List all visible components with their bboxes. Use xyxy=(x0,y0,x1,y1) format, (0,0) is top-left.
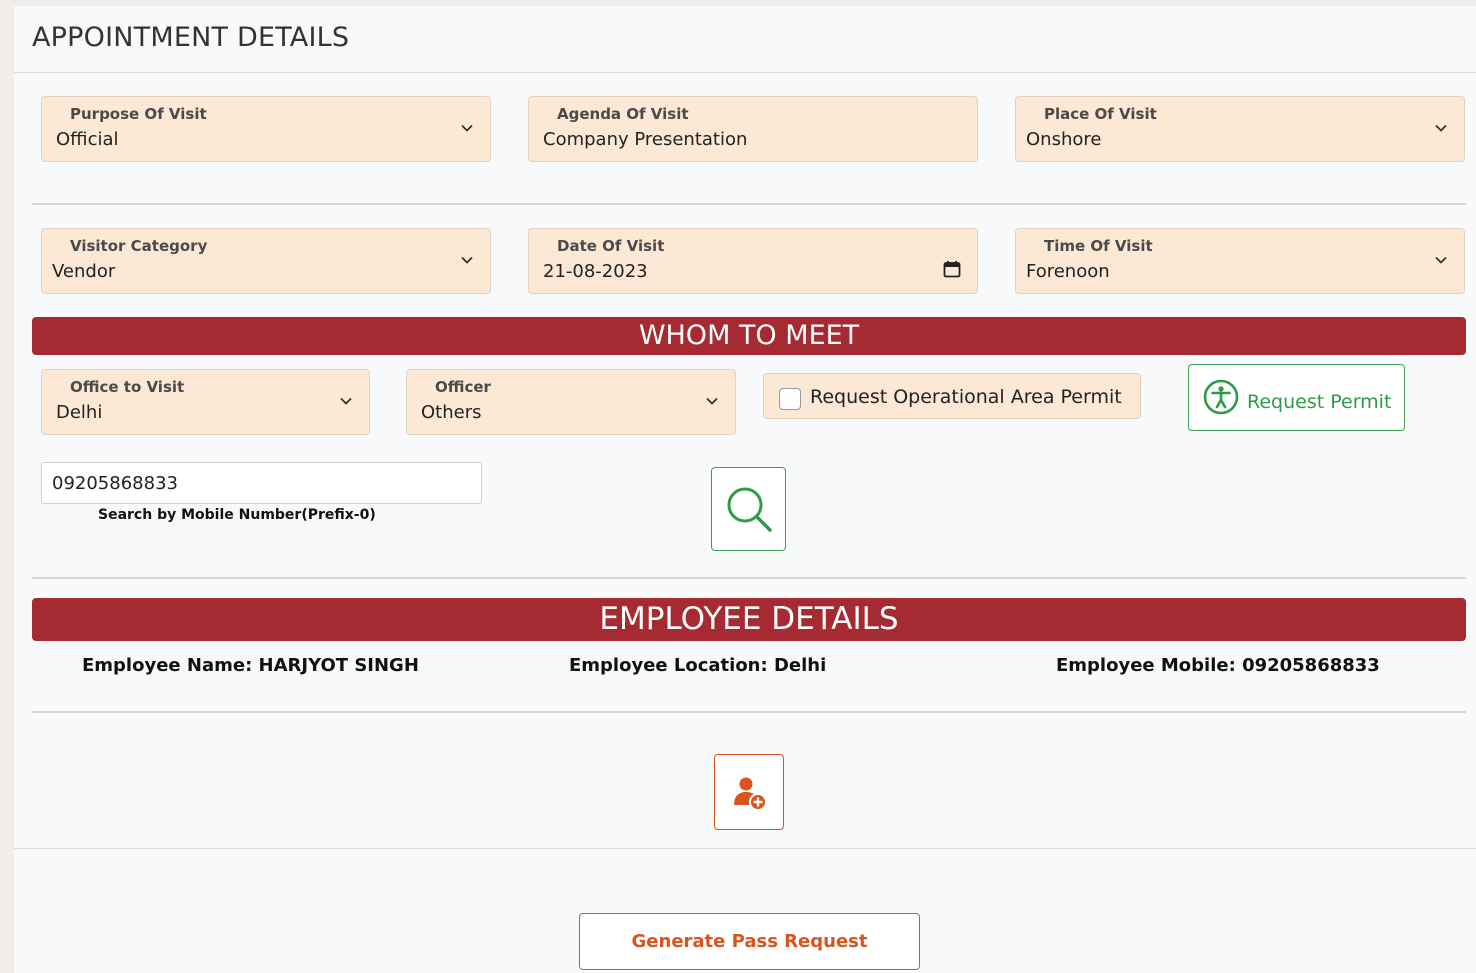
agenda-of-visit-label: Agenda Of Visit xyxy=(557,105,689,123)
checkbox[interactable] xyxy=(779,388,801,410)
date-of-visit-value: 21-08-2023 xyxy=(543,261,648,282)
time-of-visit-value: Forenoon xyxy=(1026,261,1110,282)
page-header: APPOINTMENT DETAILS xyxy=(14,0,1476,73)
time-of-visit-label: Time Of Visit xyxy=(1044,237,1153,255)
chevron-down-icon xyxy=(1435,256,1447,264)
place-of-visit-label: Place Of Visit xyxy=(1044,105,1157,123)
chevron-down-icon xyxy=(461,256,473,264)
add-employee-button[interactable] xyxy=(714,754,784,830)
purpose-of-visit-value: Official xyxy=(56,129,119,150)
date-of-visit-label: Date Of Visit xyxy=(557,237,665,255)
officer-label: Officer xyxy=(435,378,491,396)
purpose-of-visit-label: Purpose Of Visit xyxy=(70,105,207,123)
purpose-of-visit-select[interactable]: Purpose Of Visit Official xyxy=(41,96,491,162)
generate-pass-request-button[interactable]: Generate Pass Request xyxy=(579,913,920,970)
place-of-visit-value: Onshore xyxy=(1026,129,1102,150)
office-to-visit-label: Office to Visit xyxy=(70,378,185,396)
date-of-visit-field[interactable]: Date Of Visit 21-08-2023 xyxy=(528,228,978,294)
time-of-visit-select[interactable]: Time Of Visit Forenoon xyxy=(1015,228,1465,294)
request-permit-label: Request Permit xyxy=(1247,391,1392,413)
office-to-visit-value: Delhi xyxy=(56,402,103,423)
mobile-number-hint: Search by Mobile Number(Prefix-0) xyxy=(98,507,376,523)
section-divider xyxy=(32,203,1466,205)
request-permit-button[interactable]: Request Permit xyxy=(1188,364,1405,431)
calendar-icon[interactable] xyxy=(943,260,961,278)
appointment-page: APPOINTMENT DETAILS Purpose Of Visit Off… xyxy=(14,0,1476,973)
mobile-number-input[interactable] xyxy=(41,462,482,504)
agenda-of-visit-value: Company Presentation xyxy=(543,129,748,150)
operational-area-permit-label: Request Operational Area Permit xyxy=(810,386,1122,408)
chevron-down-icon xyxy=(340,397,352,405)
officer-value: Others xyxy=(421,402,482,423)
employee-location: Employee Location: Delhi xyxy=(569,655,827,676)
officer-select[interactable]: Officer Others xyxy=(406,369,736,435)
search-icon xyxy=(727,487,772,532)
visitor-category-label: Visitor Category xyxy=(70,237,208,255)
section-divider xyxy=(32,711,1466,713)
office-to-visit-select[interactable]: Office to Visit Delhi xyxy=(41,369,370,435)
visitor-category-value: Vendor xyxy=(52,261,116,282)
chevron-down-icon xyxy=(1435,124,1447,132)
agenda-of-visit-field[interactable]: Agenda Of Visit Company Presentation xyxy=(528,96,978,162)
section-divider xyxy=(32,577,1466,579)
place-of-visit-select[interactable]: Place Of Visit Onshore xyxy=(1015,96,1465,162)
chevron-down-icon xyxy=(461,124,473,132)
chevron-down-icon xyxy=(706,397,718,405)
employee-mobile: Employee Mobile: 09205868833 xyxy=(1056,655,1380,676)
employee-details-banner: EMPLOYEE DETAILS xyxy=(32,598,1466,641)
whom-to-meet-banner: WHOM TO MEET xyxy=(32,317,1466,355)
accessibility-icon xyxy=(1203,379,1239,415)
add-user-icon xyxy=(734,777,767,811)
employee-name: Employee Name: HARJYOT SINGH xyxy=(82,655,419,676)
operational-area-permit-checkbox[interactable]: Request Operational Area Permit xyxy=(763,373,1141,419)
search-button[interactable] xyxy=(711,467,786,551)
visitor-category-select[interactable]: Visitor Category Vendor xyxy=(41,228,491,294)
footer-divider xyxy=(14,848,1476,849)
page-title: APPOINTMENT DETAILS xyxy=(32,22,350,53)
